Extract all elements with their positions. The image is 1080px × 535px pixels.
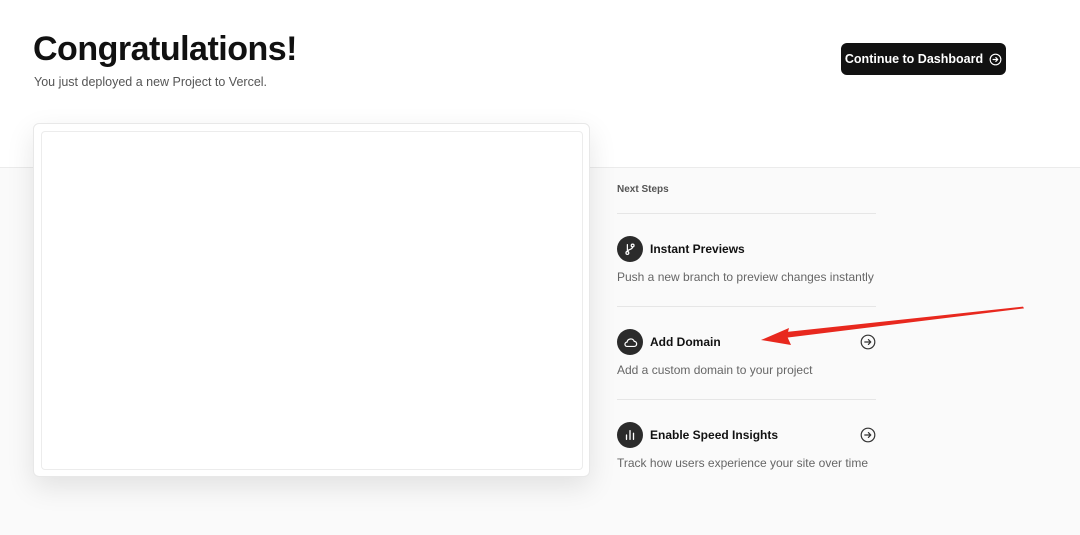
step-title: Enable Speed Insights	[650, 428, 779, 442]
deployment-preview-card[interactable]	[33, 123, 590, 477]
deployment-preview-frame	[41, 131, 583, 470]
step-instant-previews[interactable]: Instant Previews Push a new branch to pr…	[617, 214, 876, 307]
continue-to-dashboard-button[interactable]: Continue to Dashboard	[841, 43, 1006, 75]
step-add-domain[interactable]: Add Domain Add a custom domain to your p…	[617, 307, 876, 400]
page-title: Congratulations!	[33, 30, 297, 68]
arrow-right-circle-icon[interactable]	[860, 334, 876, 350]
step-title: Instant Previews	[650, 242, 745, 256]
next-steps-heading: Next Steps	[617, 180, 876, 214]
bar-chart-icon	[617, 422, 643, 448]
next-steps-panel: Next Steps Instant Previews Push a new b…	[617, 180, 876, 493]
step-title: Add Domain	[650, 335, 721, 349]
cloud-icon	[617, 329, 643, 355]
step-description: Add a custom domain to your project	[617, 363, 813, 377]
arrow-right-circle-icon	[989, 53, 1002, 66]
page-subtitle: You just deployed a new Project to Verce…	[34, 75, 268, 89]
git-branch-icon	[617, 236, 643, 262]
step-description: Track how users experience your site ove…	[617, 456, 868, 470]
step-enable-speed-insights[interactable]: Enable Speed Insights Track how users ex…	[617, 400, 876, 493]
continue-to-dashboard-label: Continue to Dashboard	[844, 52, 984, 66]
step-description: Push a new branch to preview changes ins…	[617, 270, 874, 284]
arrow-right-circle-icon[interactable]	[860, 427, 876, 443]
